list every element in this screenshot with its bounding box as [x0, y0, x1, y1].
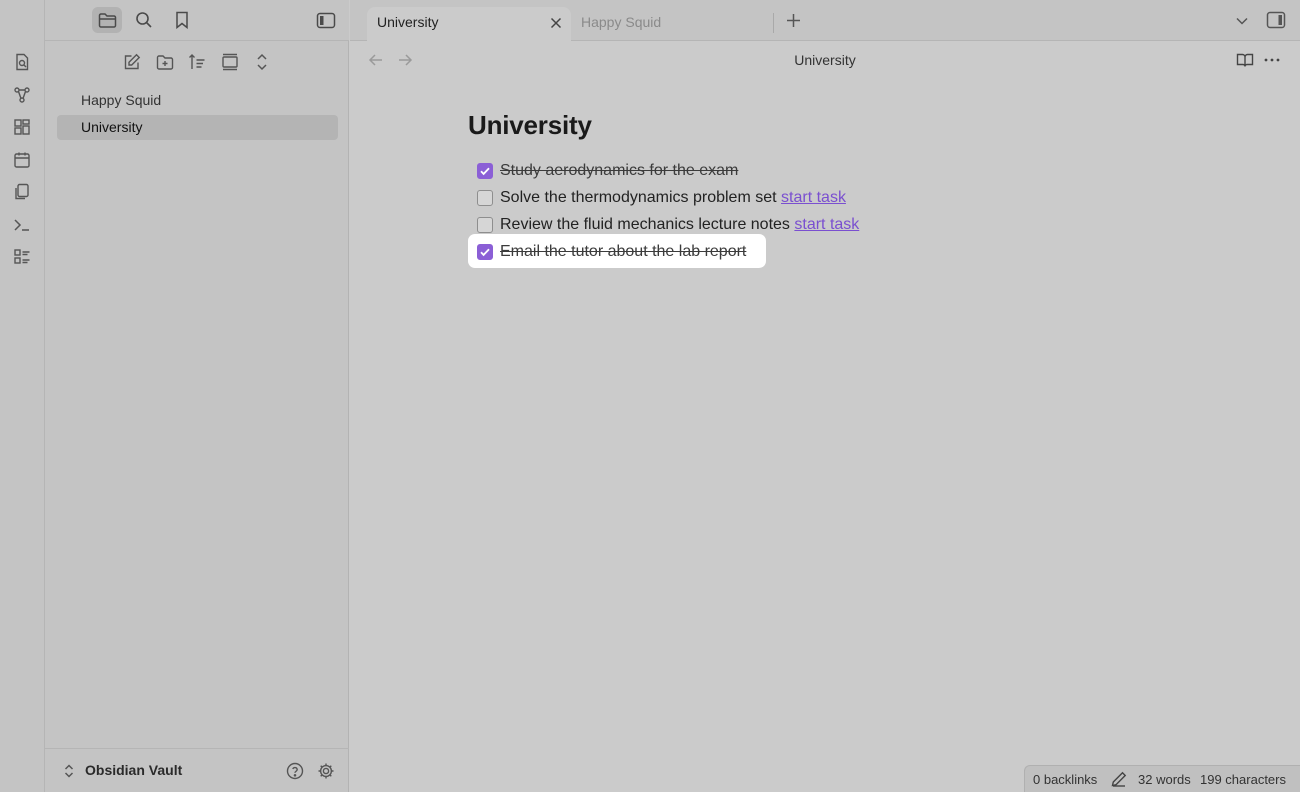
slides-icon[interactable] [11, 246, 33, 268]
edit-pencil-icon[interactable] [1111, 771, 1127, 787]
task-checkbox-checked[interactable] [477, 163, 493, 179]
file-item-happy-squid[interactable]: Happy Squid [57, 88, 338, 113]
collapse-all-icon[interactable] [249, 50, 275, 74]
tab-bar: University Happy Squid [350, 0, 1300, 41]
search-icon[interactable] [129, 7, 159, 33]
vault-switcher-bar: Obsidian Vault [45, 748, 349, 792]
tab-university[interactable]: University [367, 7, 571, 41]
new-tab-plus-icon[interactable] [785, 12, 802, 29]
word-count: 32 words [1138, 772, 1191, 787]
tab-divider [773, 13, 774, 33]
canvas-icon[interactable] [11, 116, 33, 138]
task-checkbox-checked[interactable] [477, 244, 493, 260]
new-folder-icon[interactable] [152, 50, 178, 74]
file-item-label: University [81, 119, 143, 135]
file-explorer-panel: Happy Squid University Obsidian Vault [45, 0, 349, 792]
view-header: University [350, 41, 1300, 81]
backlinks-count[interactable]: 0 backlinks [1033, 772, 1097, 787]
auto-reveal-icon[interactable] [217, 50, 243, 74]
toggle-sidebar-icon[interactable] [311, 7, 341, 33]
tab-label: Happy Squid [581, 14, 662, 30]
status-bar: 0 backlinks 32 words 199 characters [1024, 765, 1300, 792]
start-task-link[interactable]: start task [794, 216, 859, 233]
tab-happy-squid[interactable]: Happy Squid [571, 7, 773, 41]
close-tab-icon[interactable] [549, 16, 563, 30]
character-count: 199 characters [1200, 772, 1286, 787]
tab-list-chevron-down-icon[interactable] [1235, 14, 1249, 28]
task-text-wrap: Solve the thermodynamics problem set sta… [500, 184, 846, 211]
command-palette-icon[interactable] [11, 214, 33, 236]
sidebar-tab-strip [45, 0, 349, 41]
graph-view-icon[interactable] [11, 84, 33, 106]
start-task-link[interactable]: start task [781, 189, 846, 206]
task-text: Study aerodynamics for the exam [500, 162, 739, 179]
settings-gear-icon[interactable] [317, 762, 335, 780]
file-item-label: Happy Squid [81, 92, 162, 108]
sort-icon[interactable] [184, 50, 210, 74]
help-icon[interactable] [286, 762, 304, 780]
quick-switcher-icon[interactable] [11, 51, 33, 73]
note-body: University Study aerodynamics for the ex… [468, 110, 859, 268]
templates-icon[interactable] [11, 181, 33, 203]
task-text-wrap: Review the fluid mechanics lecture notes… [500, 211, 859, 238]
more-options-icon[interactable] [1264, 58, 1280, 62]
task-checkbox[interactable] [477, 190, 493, 206]
note-heading: University [468, 110, 592, 140]
files-tab-folder-icon[interactable] [92, 7, 122, 33]
file-item-university[interactable]: University [57, 115, 338, 140]
left-ribbon [0, 0, 45, 792]
reading-view-book-icon[interactable] [1236, 52, 1254, 68]
vault-name[interactable]: Obsidian Vault [85, 762, 182, 778]
toggle-right-sidebar-icon[interactable] [1266, 11, 1286, 29]
daily-note-icon[interactable] [11, 149, 33, 171]
task-checkbox[interactable] [477, 217, 493, 233]
task-text: Review the fluid mechanics lecture notes [500, 216, 790, 233]
tab-label: University [377, 14, 439, 30]
task-text: Email the tutor about the lab report [500, 243, 747, 260]
view-title[interactable]: University [350, 52, 1300, 68]
new-note-icon[interactable] [119, 50, 145, 74]
main-editor-area: University Happy Squid University Univer… [350, 0, 1300, 792]
task-text: Solve the thermodynamics problem set [500, 189, 777, 206]
bookmark-icon[interactable] [167, 7, 197, 33]
chevron-up-down-icon[interactable] [63, 763, 75, 779]
